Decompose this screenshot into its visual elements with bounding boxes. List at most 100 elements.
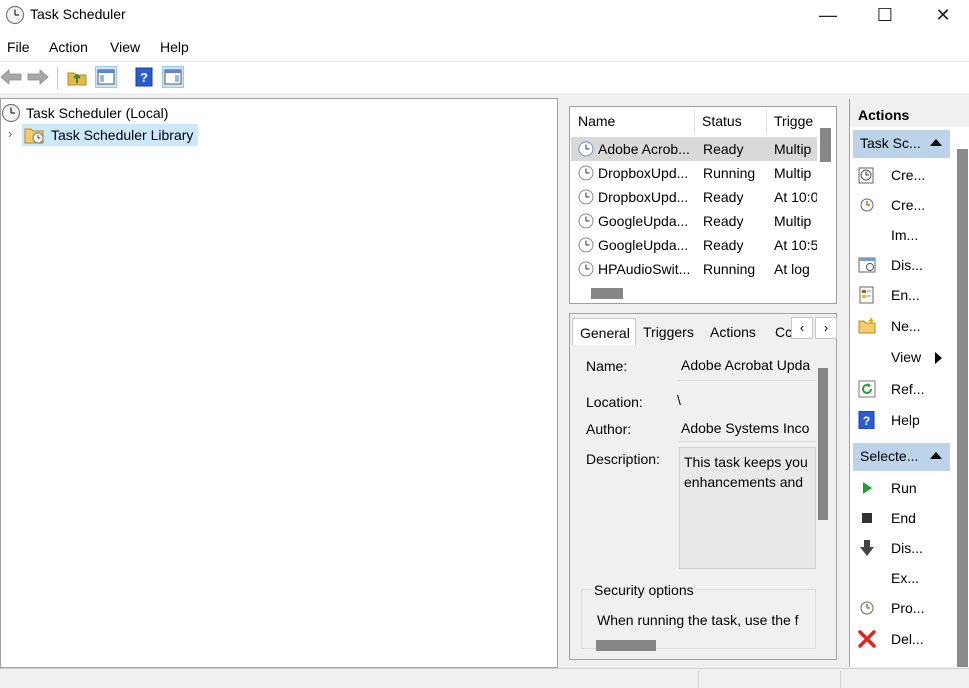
task-name: GoogleUpda... <box>598 213 689 229</box>
show-hide-action-pane-icon <box>164 69 182 85</box>
task-trigger: At log <box>774 261 810 277</box>
action-view[interactable]: View <box>853 343 950 371</box>
tab-actions[interactable]: Actions <box>710 318 770 346</box>
action-create-task[interactable]: Cre... <box>853 191 950 219</box>
task-trigger: Multip <box>774 165 812 181</box>
help-button[interactable]: ? <box>133 66 155 88</box>
task-clock-icon <box>578 261 594 277</box>
menu-file[interactable]: File <box>7 39 30 55</box>
action-label: Del... <box>891 631 924 647</box>
back-button[interactable] <box>0 66 22 88</box>
view-submenu-icon <box>858 348 876 366</box>
action-create-basic-task[interactable]: Cre... <box>853 161 950 189</box>
scrollbar-thumb[interactable] <box>820 128 831 162</box>
column-divider[interactable] <box>766 110 767 134</box>
tree-item-task-scheduler-library[interactable]: Task Scheduler Library <box>22 124 198 146</box>
location-label: Location: <box>586 394 643 410</box>
action-export[interactable]: Ex... <box>853 564 950 592</box>
action-group-selected-item[interactable]: Selecte... <box>853 443 950 471</box>
export-icon <box>858 569 876 587</box>
tab-scroll-left-button[interactable]: ‹ <box>791 317 813 339</box>
scrollbar-thumb[interactable] <box>957 149 968 667</box>
tab-triggers[interactable]: Triggers <box>643 318 703 346</box>
end-icon <box>862 513 872 523</box>
horizontal-scrollbar-thumb[interactable] <box>591 288 623 299</box>
tree-item-root[interactable]: Task Scheduler (Local) <box>1 102 201 124</box>
details-horizontal-scrollbar-thumb[interactable] <box>596 640 656 651</box>
collapse-caret-icon[interactable] <box>930 452 942 459</box>
task-status: Running <box>703 165 756 181</box>
task-trigger: Multip <box>774 141 812 157</box>
task-clock-icon <box>578 189 594 205</box>
table-row[interactable]: DropboxUpd... Ready At 10:0 <box>571 185 817 209</box>
action-end[interactable]: End <box>853 504 950 532</box>
show-hide-action-pane-button[interactable] <box>162 66 184 88</box>
forward-button[interactable] <box>27 66 49 88</box>
name-field[interactable]: Adobe Acrobat Upda <box>678 355 816 381</box>
disable-icon <box>860 540 874 556</box>
author-label: Author: <box>586 421 632 437</box>
task-name: Adobe Acrob... <box>598 141 690 157</box>
tab-general[interactable]: General <box>572 318 636 346</box>
column-header-name[interactable]: Name <box>578 113 615 129</box>
table-row[interactable]: HPAudioSwit... Running At log <box>571 257 817 281</box>
show-hide-console-tree-icon <box>97 69 115 85</box>
collapse-caret-icon[interactable] <box>930 139 942 146</box>
table-row[interactable]: Adobe Acrob... Ready Multip <box>571 137 817 161</box>
maximize-button[interactable]: ☐ <box>857 0 913 30</box>
action-display-running-tasks[interactable]: Dis... <box>853 251 950 279</box>
tree-child-label: Task Scheduler Library <box>51 127 194 143</box>
table-row[interactable]: GoogleUpda... Ready At 10:5 <box>571 233 817 257</box>
task-clock-icon <box>578 237 594 253</box>
action-properties[interactable]: Pro... <box>853 594 950 622</box>
action-enable-history[interactable]: En... <box>853 281 950 309</box>
scrollbar-thumb[interactable] <box>818 368 828 520</box>
action-label: Ne... <box>891 318 921 334</box>
action-import-task[interactable]: Im... <box>853 221 950 249</box>
action-label: Pro... <box>891 600 925 616</box>
description-field[interactable]: This task keeps you enhancements and <box>679 447 816 569</box>
minimize-button[interactable]: — <box>800 0 856 30</box>
action-refresh[interactable]: Ref... <box>853 375 950 403</box>
create-basic-task-icon <box>858 167 874 184</box>
action-label: Help <box>891 412 920 428</box>
menu-action[interactable]: Action <box>49 39 88 55</box>
toolbar-separator <box>57 67 58 89</box>
action-label: Ex... <box>891 570 920 586</box>
task-clock-icon <box>578 141 594 157</box>
table-row[interactable]: DropboxUpd... Running Multip <box>571 161 817 185</box>
title-bar: Task Scheduler — ☐ ✕ <box>0 0 969 33</box>
show-hide-console-tree-button[interactable] <box>95 66 117 88</box>
expand-chevron-icon[interactable]: › <box>8 126 12 141</box>
close-icon: ✕ <box>935 4 951 25</box>
up-one-level-button[interactable] <box>66 66 88 88</box>
action-new-folder[interactable]: Ne... <box>853 312 950 340</box>
import-task-icon <box>858 226 876 244</box>
menu-view[interactable]: View <box>110 39 140 55</box>
menu-help[interactable]: Help <box>160 39 189 55</box>
column-header-triggers[interactable]: Trigge <box>774 113 813 129</box>
tab-scroll-right-button[interactable]: › <box>815 317 837 339</box>
action-run[interactable]: Run <box>853 474 950 502</box>
tab-label: Triggers <box>643 324 694 340</box>
toolbar: ? <box>0 61 969 93</box>
close-button[interactable]: ✕ <box>915 0 969 30</box>
tree-root-label: Task Scheduler (Local) <box>26 105 169 121</box>
table-row[interactable]: GoogleUpda... Ready Multip <box>571 209 817 233</box>
vertical-scrollbar[interactable] <box>819 107 836 303</box>
column-divider[interactable] <box>694 110 695 134</box>
action-label: Dis... <box>891 257 923 273</box>
help-icon: ? <box>858 411 875 429</box>
task-status: Ready <box>703 141 744 157</box>
library-folder-clock-icon <box>24 128 44 144</box>
actions-vertical-scrollbar[interactable] <box>956 149 969 667</box>
action-group-task-scheduler-library[interactable]: Task Sc... <box>853 130 950 158</box>
details-vertical-scrollbar[interactable] <box>816 364 830 634</box>
column-header-status[interactable]: Status <box>702 113 742 129</box>
task-status: Ready <box>703 237 744 253</box>
author-field[interactable]: Adobe Systems Inco <box>678 418 816 442</box>
action-help[interactable]: ? Help <box>853 406 950 434</box>
action-delete[interactable]: Del... <box>853 625 950 653</box>
location-field[interactable]: \ <box>674 390 816 414</box>
action-disable[interactable]: Dis... <box>853 534 950 562</box>
